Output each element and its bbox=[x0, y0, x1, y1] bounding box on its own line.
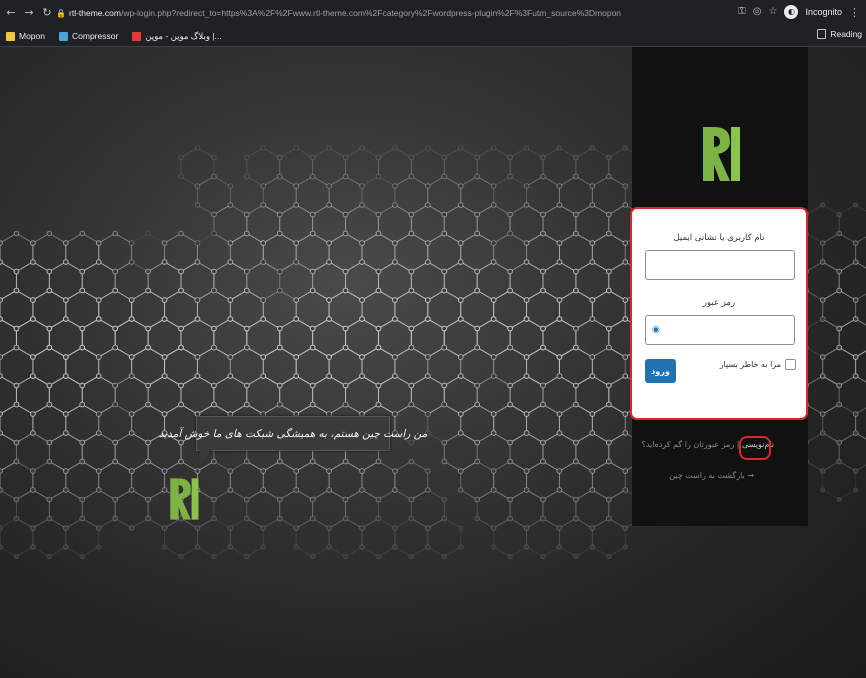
remember-me[interactable]: مرا به خاطر بسپار bbox=[720, 359, 796, 370]
bookmark-compressor[interactable]: Compressor bbox=[59, 31, 118, 41]
compressor-icon bbox=[59, 31, 68, 41]
show-password-icon[interactable]: ◉ bbox=[652, 325, 663, 336]
back-to-site-link[interactable]: → بازگشت به راست چین bbox=[669, 471, 754, 480]
key-icon[interactable]: ⚿ bbox=[738, 5, 746, 19]
rtl-theme-logo-icon bbox=[703, 127, 740, 181]
toolbar-actions: ⚿ ◎ ☆ ◐ Incognito ⋮ bbox=[738, 5, 860, 19]
username-label: نام کاربری یا نشانی ایمیل bbox=[673, 233, 765, 243]
menu-icon[interactable]: ⋮ bbox=[849, 6, 860, 19]
incognito-icon[interactable]: ◐ bbox=[784, 5, 799, 19]
login-page: من راست چین هستم، به همیشگی شبکت های ما … bbox=[0, 47, 866, 678]
login-form: نام کاربری یا نشانی ایمیل رمز عبور ◉ مرا… bbox=[630, 207, 808, 420]
bookmark-mopon-blog[interactable]: وبلاگ موپن - موپن |... bbox=[132, 31, 222, 42]
remember-checkbox[interactable] bbox=[785, 359, 796, 370]
reload-icon[interactable]: ↻ bbox=[40, 6, 54, 20]
bookmark-mopon[interactable]: Mopon bbox=[6, 31, 45, 41]
welcome-text: من راست چین هستم، به همیشگی شبکت های ما … bbox=[158, 427, 428, 440]
reading-list[interactable]: Reading bbox=[817, 29, 862, 39]
bubble-tail bbox=[200, 449, 212, 465]
profile-label[interactable]: Incognito bbox=[805, 7, 842, 17]
welcome-bubble: من راست چین هستم، به همیشگی شبکت های ما … bbox=[159, 416, 427, 451]
forward-icon[interactable]: → bbox=[22, 6, 36, 20]
browser-toolbar: ← → ↻ 🔒 rtl-theme.com/wp-login.php?redir… bbox=[0, 0, 866, 26]
mopon-icon bbox=[132, 31, 142, 41]
reading-list-icon bbox=[817, 29, 827, 39]
password-label: رمز عبور bbox=[702, 298, 736, 308]
register-highlight bbox=[739, 436, 771, 460]
password-input[interactable]: ◉ bbox=[645, 315, 795, 345]
lock-icon[interactable]: 🔒 bbox=[56, 9, 66, 18]
url-text: rtl-theme.com/wp-login.php?redirect_to=h… bbox=[69, 8, 622, 18]
folder-icon bbox=[6, 31, 15, 41]
login-button[interactable]: ورود bbox=[645, 359, 676, 383]
address-bar[interactable]: 🔒 rtl-theme.com/wp-login.php?redirect_to… bbox=[56, 4, 756, 22]
bookmarks-bar: Mopon Compressor وبلاگ موپن - موپن |... … bbox=[0, 26, 866, 47]
lost-password-link[interactable]: رمز عبورتان را گم کرده‌اید؟ bbox=[642, 440, 735, 449]
eye-off-icon[interactable]: ◎ bbox=[753, 5, 762, 19]
star-icon[interactable]: ☆ bbox=[769, 5, 778, 19]
rtl-logo-icon bbox=[170, 478, 199, 520]
remember-label: مرا به خاطر بسپار bbox=[719, 360, 781, 369]
back-icon[interactable]: ← bbox=[4, 6, 18, 20]
username-input[interactable] bbox=[645, 250, 795, 280]
